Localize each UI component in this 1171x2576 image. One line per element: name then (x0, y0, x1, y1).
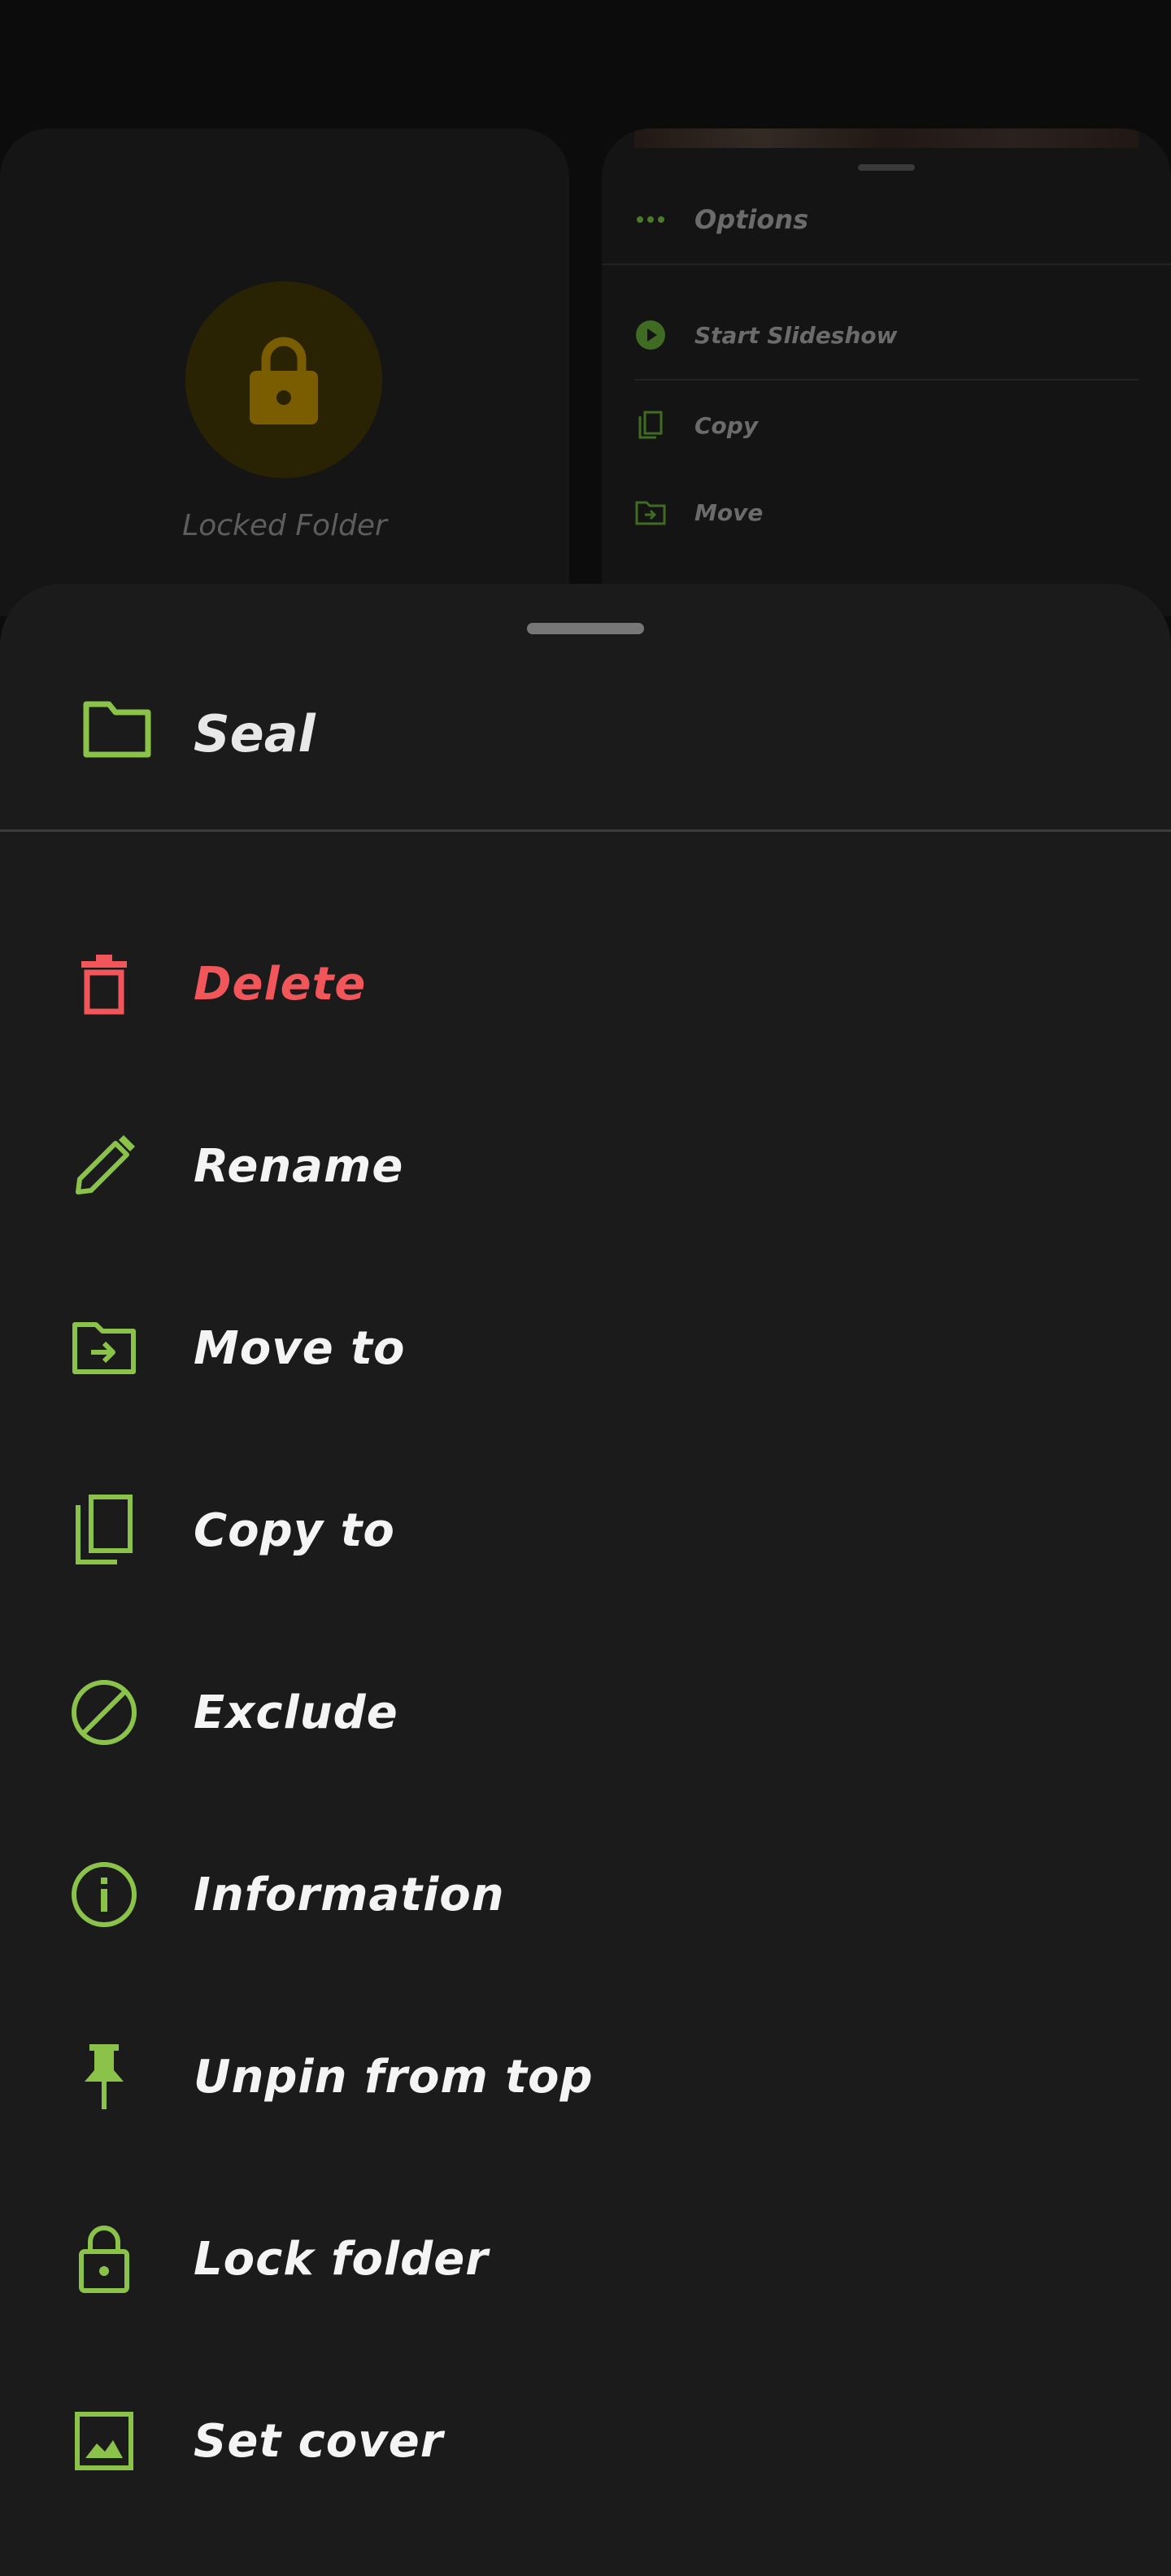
options-item-copy: Copy (634, 409, 758, 442)
options-header: Options (634, 203, 808, 236)
menu-item-set-cover[interactable]: Set cover (0, 2350, 1171, 2532)
options-item-move: Move (634, 496, 763, 529)
action-menu: Delete Rename Move to Copy to Exclude In… (0, 893, 1171, 2532)
menu-item-delete[interactable]: Delete (0, 893, 1171, 1075)
options-item-divider (634, 379, 1138, 381)
menu-item-label: Move to (194, 1321, 406, 1375)
image-strip (634, 128, 1138, 148)
menu-item-lock-folder[interactable]: Lock folder (0, 2168, 1171, 2350)
menu-item-copy-to[interactable]: Copy to (0, 1439, 1171, 1621)
sheet-divider (0, 829, 1171, 832)
options-panel: Options Start Slideshow Copy Move (602, 128, 1171, 616)
menu-item-label: Exclude (194, 1686, 398, 1739)
lock-icon (68, 2223, 140, 2295)
options-header-label: Options (694, 204, 809, 235)
move-folder-icon (634, 496, 667, 529)
locked-folder-badge (185, 281, 382, 478)
image-icon (68, 2405, 140, 2477)
menu-item-label: Delete (194, 957, 367, 1011)
menu-item-label: Copy to (194, 1503, 395, 1557)
copy-icon (68, 1495, 140, 1566)
folder-actions-sheet: Seal Delete Rename Move to Copy to Exclu… (0, 584, 1171, 2576)
trash-icon (68, 948, 140, 1020)
pin-icon (68, 2041, 140, 2113)
block-icon (68, 1677, 140, 1748)
menu-item-rename[interactable]: Rename (0, 1075, 1171, 1257)
move-folder-icon (68, 1312, 140, 1384)
sheet-title: Seal (194, 704, 316, 764)
options-item-label: Move (694, 498, 764, 526)
options-item-label: Copy (694, 411, 759, 439)
menu-item-label: Unpin from top (194, 2050, 594, 2104)
play-circle-icon (634, 319, 667, 351)
sheet-drag-handle[interactable] (527, 623, 644, 634)
menu-item-label: Lock folder (194, 2232, 489, 2286)
menu-item-exclude[interactable]: Exclude (0, 1621, 1171, 1804)
sheet-header: Seal (0, 690, 1171, 779)
locked-folder-label: Locked Folder (182, 509, 387, 542)
lock-icon (250, 337, 318, 424)
menu-item-unpin[interactable]: Unpin from top (0, 1986, 1171, 2168)
menu-item-label: Information (194, 1868, 505, 1921)
options-drag-handle (858, 164, 915, 171)
options-divider (602, 263, 1171, 265)
menu-item-move-to[interactable]: Move to (0, 1257, 1171, 1439)
menu-item-information[interactable]: Information (0, 1804, 1171, 1986)
more-horiz-icon (634, 203, 667, 236)
folder-icon (81, 699, 153, 763)
menu-item-label: Rename (194, 1139, 404, 1193)
pencil-icon (68, 1130, 140, 1202)
info-icon (68, 1859, 140, 1930)
options-item-start-slideshow: Start Slideshow (634, 319, 897, 351)
options-item-label: Start Slideshow (694, 321, 898, 349)
menu-item-label: Set cover (194, 2414, 444, 2468)
copy-icon (634, 409, 667, 442)
